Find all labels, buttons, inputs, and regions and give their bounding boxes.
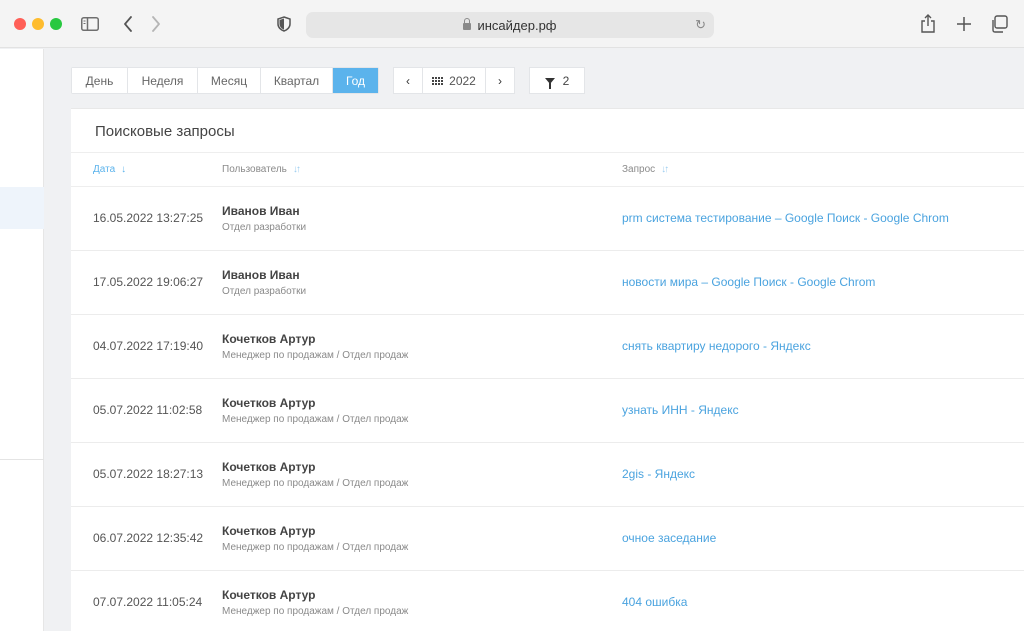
privacy-shield-icon[interactable]	[276, 15, 292, 33]
browser-toolbar: инсайдер.рф ↻	[0, 0, 1024, 48]
user-name: Кочетков Артур	[222, 332, 316, 346]
year-value: 2022	[449, 73, 476, 88]
search-queries-card: Поисковые запросы Дата ↓ Пользователь ↓↑…	[71, 108, 1024, 631]
address-text: инсайдер.рф	[477, 17, 557, 33]
page-title: Поисковые запросы	[95, 123, 235, 140]
user-name: Кочетков Артур	[222, 396, 316, 410]
left-panel	[0, 49, 44, 631]
address-bar[interactable]: инсайдер.рф ↻	[306, 12, 714, 38]
user-department: Менеджер по продажам / Отдел продаж	[222, 414, 409, 425]
query-link[interactable]: prm система тестирование – Google Поиск …	[622, 211, 949, 225]
user-department: Менеджер по продажам / Отдел продаж	[222, 542, 409, 553]
table-row: 05.07.2022 11:02:58 Кочетков Артур Менед…	[71, 379, 1024, 443]
new-tab-icon[interactable]	[954, 14, 974, 34]
row-user: Кочетков Артур Менеджер по продажам / От…	[222, 396, 408, 425]
row-user: Кочетков Артур Менеджер по продажам / От…	[222, 332, 408, 361]
period-year-button[interactable]: Год	[333, 68, 378, 93]
row-date: 17.05.2022 19:06:27	[93, 275, 204, 289]
query-link[interactable]: новости мира – Google Поиск - Google Chr…	[622, 275, 875, 289]
year-selector: ‹ 2022 ›	[393, 67, 515, 94]
column-query-label: Запрос	[622, 164, 656, 175]
prev-year-button[interactable]: ‹	[394, 68, 422, 93]
user-department: Менеджер по продажам / Отдел продаж	[222, 606, 409, 617]
user-name: Кочетков Артур	[222, 524, 316, 538]
row-user: Кочетков Артур Менеджер по продажам / От…	[222, 460, 408, 489]
column-user-header[interactable]: Пользователь ↓↑	[222, 164, 301, 175]
filter-button[interactable]: 2	[529, 67, 585, 94]
period-week-button[interactable]: Неделя	[128, 68, 198, 93]
back-icon[interactable]	[120, 14, 136, 34]
sidebar-toggle-icon[interactable]	[80, 15, 100, 33]
user-department: Отдел разработки	[222, 222, 307, 233]
sort-arrows-icon: ↓↑	[292, 164, 301, 175]
calendar-grid-icon	[432, 76, 444, 85]
row-user: Кочетков Артур Менеджер по продажам / От…	[222, 524, 408, 553]
period-day-button[interactable]: День	[72, 68, 128, 93]
row-date: 05.07.2022 18:27:13	[93, 467, 204, 481]
table-row: 04.07.2022 17:19:40 Кочетков Артур Менед…	[71, 315, 1024, 379]
query-link[interactable]: 2gis - Яндекс	[622, 467, 695, 481]
query-link[interactable]: 404 ошибка	[622, 595, 687, 609]
forward-icon[interactable]	[148, 14, 164, 34]
row-user: Иванов Иван Отдел разработки	[222, 204, 306, 233]
close-window-button[interactable]	[14, 18, 26, 30]
user-name: Кочетков Артур	[222, 460, 316, 474]
period-month-button[interactable]: Месяц	[198, 68, 261, 93]
query-link[interactable]: узнать ИНН - Яндекс	[622, 403, 739, 417]
query-link[interactable]: очное заседание	[622, 531, 716, 545]
sort-arrows-icon: ↓↑	[661, 164, 669, 175]
sort-arrow-icon: ↓	[121, 164, 127, 175]
row-date: 05.07.2022 11:02:58	[93, 403, 203, 417]
row-date: 04.07.2022 17:19:40	[93, 339, 204, 353]
row-date: 07.07.2022 11:05:24	[93, 595, 203, 609]
column-date-label: Дата	[93, 164, 116, 175]
left-panel-selected-item[interactable]	[0, 187, 44, 229]
user-department: Менеджер по продажам / Отдел продаж	[222, 350, 409, 361]
filter-count: 2	[562, 73, 570, 88]
column-date-header[interactable]: Дата ↓	[93, 164, 126, 175]
column-user-label: Пользователь	[222, 164, 287, 175]
next-year-button[interactable]: ›	[486, 68, 514, 93]
table-row: 06.07.2022 12:35:42 Кочетков Артур Менед…	[71, 507, 1024, 571]
table-row: 05.07.2022 18:27:13 Кочетков Артур Менед…	[71, 443, 1024, 507]
share-icon[interactable]	[918, 13, 938, 35]
table-row: 17.05.2022 19:06:27 Иванов Иван Отдел ра…	[71, 251, 1024, 315]
row-user: Иванов Иван Отдел разработки	[222, 268, 306, 297]
user-department: Отдел разработки	[222, 286, 307, 297]
user-name: Иванов Иван	[222, 268, 300, 282]
period-quarter-button[interactable]: Квартал	[261, 68, 333, 93]
user-name: Иванов Иван	[222, 204, 300, 218]
year-picker[interactable]: 2022	[422, 68, 486, 93]
tab-overview-icon[interactable]	[989, 14, 1009, 34]
row-user: Кочетков Артур Менеджер по продажам / От…	[222, 588, 408, 617]
user-department: Менеджер по продажам / Отдел продаж	[222, 478, 409, 489]
reload-icon[interactable]: ↻	[695, 17, 706, 33]
table-header: Дата ↓ Пользователь ↓↑ Запрос ↓↑	[71, 152, 1024, 187]
lock-icon	[463, 17, 472, 30]
table-row: 16.05.2022 13:27:25 Иванов Иван Отдел ра…	[71, 187, 1024, 251]
row-date: 16.05.2022 13:27:25	[93, 211, 204, 225]
table-row: 07.07.2022 11:05:24 Кочетков Артур Менед…	[71, 571, 1024, 631]
minimize-window-button[interactable]	[32, 18, 44, 30]
user-name: Кочетков Артур	[222, 588, 316, 602]
period-selector: День Неделя Месяц Квартал Год	[71, 67, 379, 94]
row-date: 06.07.2022 12:35:42	[93, 531, 204, 545]
left-panel-divider	[0, 459, 44, 460]
maximize-window-button[interactable]	[50, 18, 62, 30]
query-link[interactable]: снять квартиру недорого - Яндекс	[622, 339, 811, 353]
filter-funnel-icon	[544, 77, 555, 89]
column-query-header[interactable]: Запрос ↓↑	[622, 164, 669, 175]
